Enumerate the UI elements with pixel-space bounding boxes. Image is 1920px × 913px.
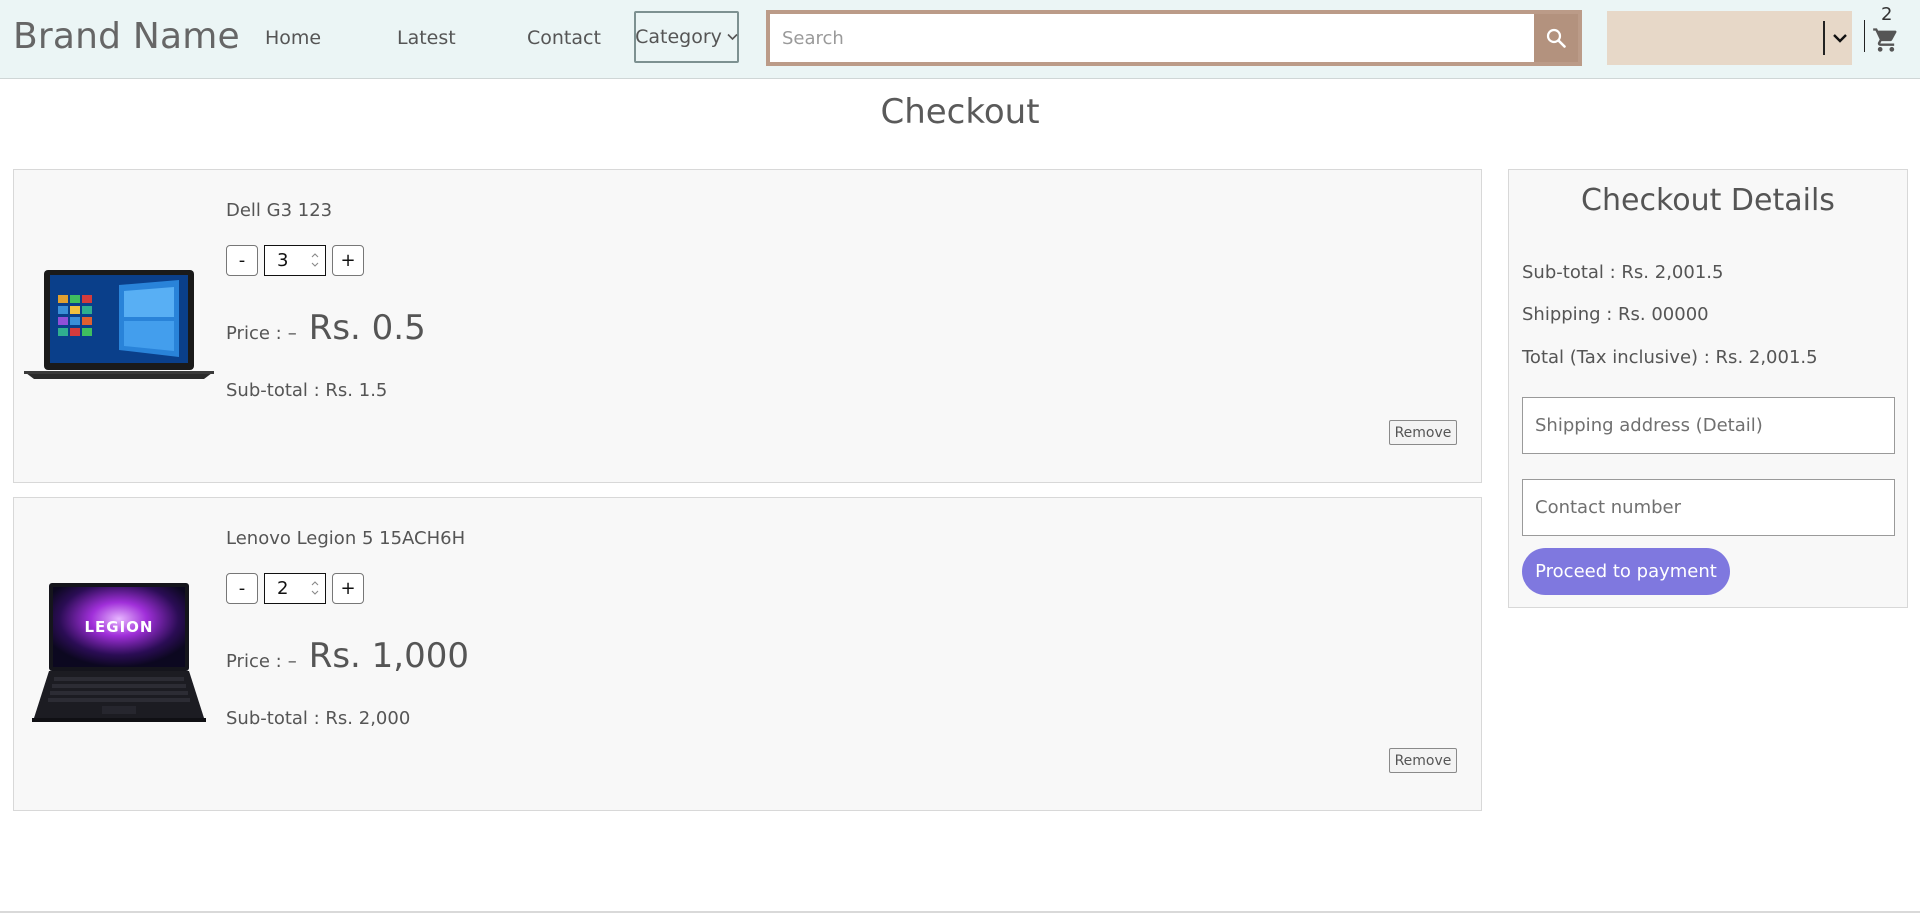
quantity-stepper: - 3 + [226,245,364,276]
category-dropdown[interactable]: Category [634,11,739,63]
increase-quantity-button[interactable]: + [332,245,364,276]
item-name[interactable]: Lenovo Legion 5 15ACH6H [226,528,465,549]
cart-icon[interactable] [1872,26,1900,54]
price-dash: – [287,323,297,344]
search-input[interactable] [770,14,1534,62]
spinner-arrows-icon[interactable] [310,250,320,270]
price-row: Price : – Rs. 1,000 [226,636,469,676]
account-select[interactable] [1607,11,1852,65]
price-label: Price : [226,651,282,672]
checkout-shipping: Shipping : Rs. 00000 [1522,304,1709,325]
price-value: Rs. 1,000 [308,636,469,676]
quantity-stepper: - 2 + [226,573,364,604]
laptop-image [24,270,214,379]
cart-count-badge: 2 [1881,4,1893,25]
navbar: Brand Name Home Latest Contact Category … [0,0,1920,79]
nav-contact[interactable]: Contact [527,27,601,49]
shipping-address-field[interactable] [1522,397,1895,454]
remove-button[interactable]: Remove [1389,420,1457,445]
checkout-total: Total (Tax inclusive) : Rs. 2,001.5 [1522,347,1818,368]
nav-home[interactable]: Home [265,27,321,49]
price-label: Price : [226,323,282,344]
quantity-value: 3 [277,250,289,271]
brand-logo[interactable]: Brand Name [13,16,240,57]
quantity-value: 2 [277,578,289,599]
cart-divider [1864,20,1865,52]
chevron-down-icon [727,29,738,45]
cart-item: Dell G3 123 - 3 + Price : – Rs. 0.5 Sub-… [13,169,1482,483]
item-name[interactable]: Dell G3 123 [226,200,332,221]
checkout-subtotal: Sub-total : Rs. 2,001.5 [1522,262,1724,283]
search-bar [766,10,1582,66]
chevron-down-icon [1833,34,1847,43]
price-dash: – [287,651,297,672]
nav-latest[interactable]: Latest [397,27,456,49]
remove-button[interactable]: Remove [1389,748,1457,773]
price-row: Price : – Rs. 0.5 [226,308,426,348]
checkout-details-panel: Checkout Details Sub-total : Rs. 2,001.5… [1508,169,1908,608]
item-subtotal: Sub-total : Rs. 1.5 [226,380,388,401]
proceed-to-payment-button[interactable]: Proceed to payment [1522,548,1730,595]
price-value: Rs. 0.5 [308,308,426,348]
quantity-input[interactable]: 2 [264,573,326,604]
category-label: Category [635,26,722,48]
search-icon [1546,28,1566,48]
increase-quantity-button[interactable]: + [332,573,364,604]
item-subtotal: Sub-total : Rs. 2,000 [226,708,411,729]
spinner-arrows-icon[interactable] [310,578,320,598]
quantity-input[interactable]: 3 [264,245,326,276]
select-divider [1823,21,1825,55]
checkout-details-title: Checkout Details [1581,183,1835,218]
cart-item: LEGION Lenovo Legion 5 15ACH6H - 2 + Pri… [13,497,1482,811]
contact-number-field[interactable] [1522,479,1895,536]
laptop-image: LEGION [32,583,206,722]
decrease-quantity-button[interactable]: - [226,573,258,604]
search-button[interactable] [1534,14,1578,62]
page-title: Checkout [880,92,1040,132]
svg-text:LEGION: LEGION [84,618,153,636]
decrease-quantity-button[interactable]: - [226,245,258,276]
